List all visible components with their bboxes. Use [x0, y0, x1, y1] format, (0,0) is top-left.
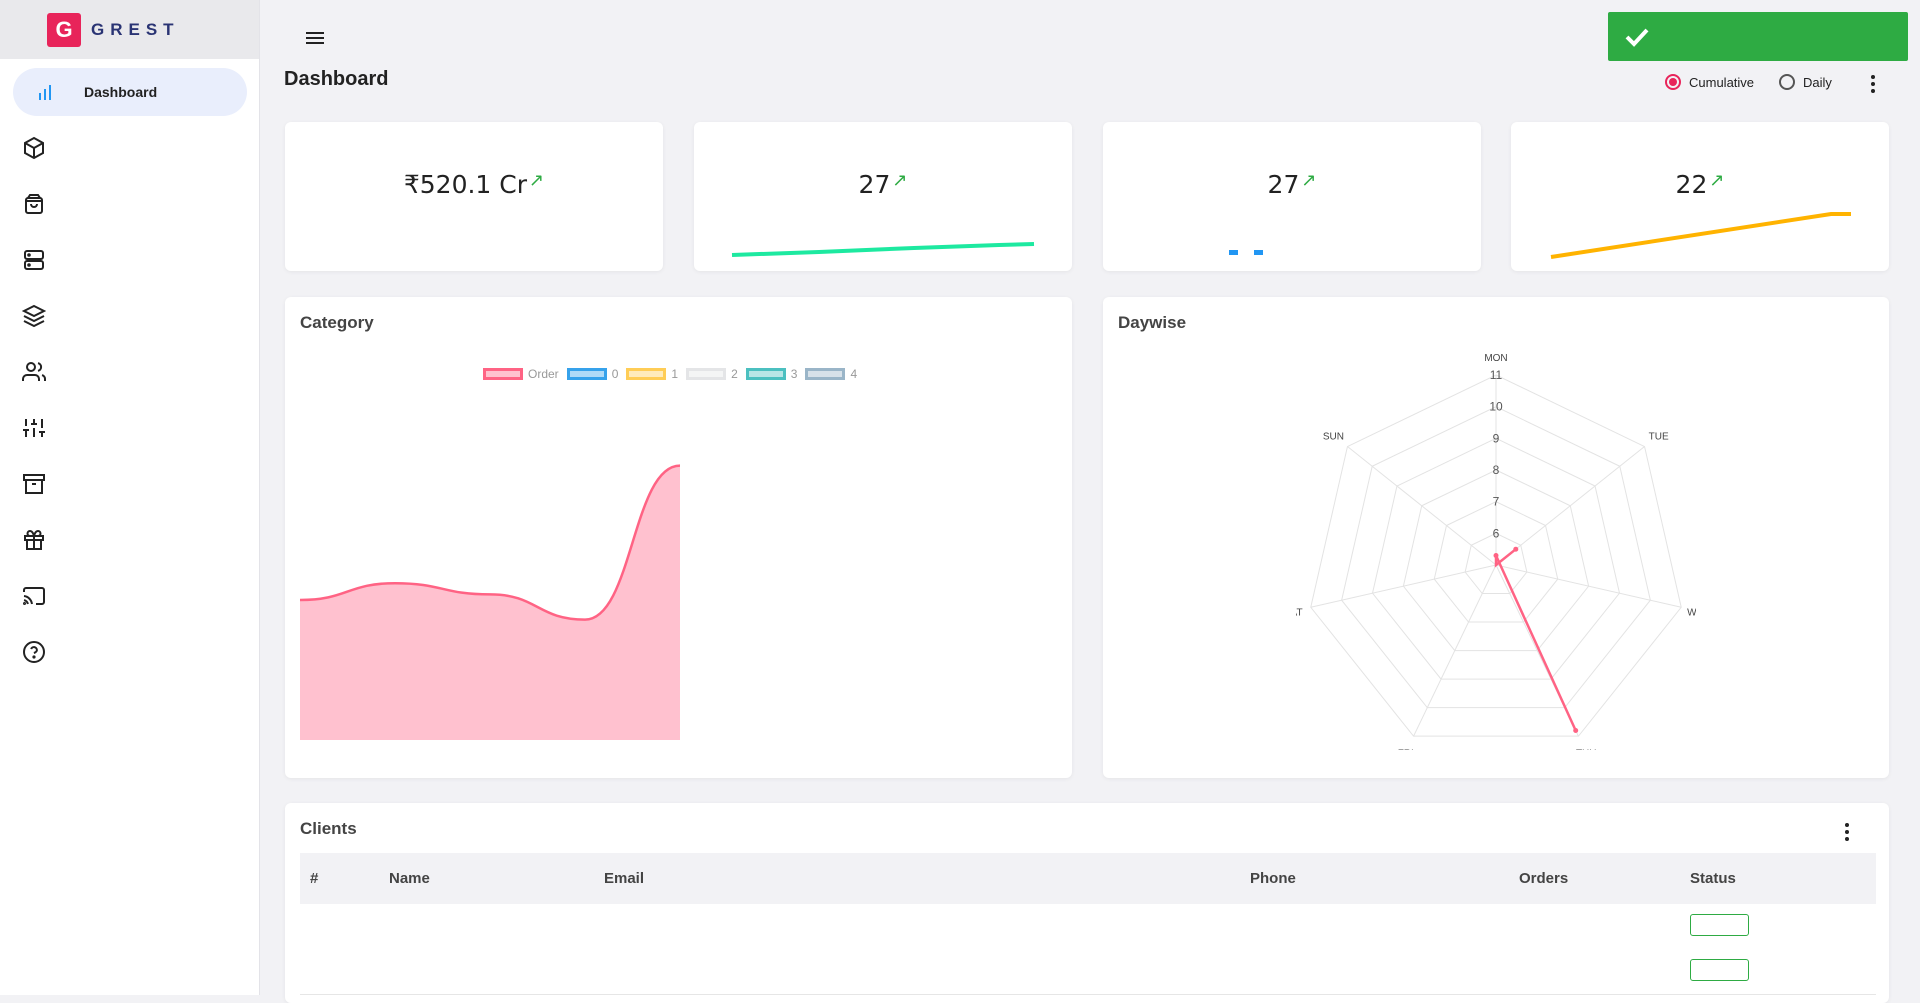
more-options-button[interactable]: [1863, 72, 1883, 96]
sparkline: [1229, 250, 1263, 255]
sliders-icon[interactable]: [19, 413, 49, 443]
legend-item-order[interactable]: Order: [483, 367, 559, 381]
legend-label: 2: [731, 367, 738, 381]
area-series-order: [300, 465, 680, 740]
radar-axis-label: SAT: [1296, 607, 1303, 618]
radar-point: [1513, 546, 1519, 552]
check-icon: [1625, 28, 1649, 47]
legend-item-1[interactable]: 1: [626, 367, 678, 381]
legend-item-2[interactable]: 2: [686, 367, 738, 381]
legend-label: 4: [850, 367, 858, 381]
radar-series-line: [1494, 548, 1577, 731]
clients-table-header: # Name Email Phone Orders Status: [300, 853, 1876, 904]
category-title: Category: [300, 313, 374, 332]
sparkline: [1550, 212, 1851, 259]
users-icon[interactable]: [19, 357, 49, 387]
radar-tick-label: 9: [1493, 431, 1500, 445]
success-toast[interactable]: [1608, 12, 1908, 61]
radar-spoke: [1495, 446, 1645, 566]
radar-tick-label: 8: [1493, 463, 1500, 477]
legend-item-4[interactable]: 4: [805, 367, 857, 381]
menu-toggle-button[interactable]: [302, 27, 328, 49]
col-status[interactable]: Status: [1690, 870, 1736, 887]
radar-spoke: [1495, 564, 1682, 608]
radio-cumulative[interactable]: [1665, 74, 1681, 90]
mode-option-daily[interactable]: Daily: [1779, 74, 1832, 90]
radar-axis-label: SUN: [1323, 431, 1344, 442]
sparkline: [731, 242, 1035, 257]
stat-card-2: 27 ↗: [694, 122, 1072, 271]
radar-axis-label: THU: [1576, 748, 1597, 750]
col-name[interactable]: Name: [389, 870, 430, 887]
stat-card-4: 22 ↗: [1511, 122, 1889, 271]
category-legend: Order 0 1 2 3 4: [483, 367, 865, 381]
radar-spoke: [1310, 564, 1497, 608]
table-row[interactable]: [300, 949, 1876, 995]
radar-point: [1493, 553, 1499, 558]
radar-axis-label: TUE: [1649, 431, 1669, 442]
legend-item-3[interactable]: 3: [745, 367, 798, 381]
radar-tick-label: 11: [1490, 368, 1503, 382]
legend-item-0[interactable]: 0: [566, 367, 619, 381]
daywise-radar-chart: MON TUE WED THU FRI SAT SUN 6 7 8 9 10 11: [1296, 353, 1696, 750]
stat-value-text: ₹520.1 Cr: [403, 170, 528, 199]
stat-card-3: 27 ↗: [1103, 122, 1481, 271]
radio-daily[interactable]: [1779, 74, 1795, 90]
stat-value: ₹520.1 Cr ↗: [285, 170, 663, 199]
page-title: Dashboard: [284, 68, 389, 90]
cast-icon[interactable]: [19, 581, 49, 611]
radar-tick-label: 7: [1493, 495, 1500, 509]
trending-up-icon: ↗: [529, 170, 545, 191]
radar-tick-label: 10: [1489, 400, 1503, 414]
col-orders[interactable]: Orders: [1519, 870, 1568, 887]
table-row[interactable]: [300, 904, 1876, 950]
clients-more-button[interactable]: [1837, 820, 1857, 844]
archive-icon[interactable]: [19, 469, 49, 499]
category-area-chart: [300, 464, 680, 740]
box-icon[interactable]: [19, 133, 49, 163]
radar-spoke: [1347, 446, 1497, 566]
help-icon[interactable]: [19, 637, 49, 667]
hamburger-icon: [306, 32, 324, 44]
server-icon[interactable]: [19, 245, 49, 275]
gift-icon[interactable]: [19, 525, 49, 555]
sidebar-item-label: Dashboard: [84, 84, 158, 100]
col-index[interactable]: #: [310, 870, 318, 887]
shopping-bag-icon[interactable]: [19, 189, 49, 219]
legend-label: 1: [671, 367, 679, 381]
radar-axis-label: WED: [1687, 607, 1696, 618]
legend-label: Order: [528, 367, 559, 381]
sidebar: G GREST Dashboard: [0, 0, 260, 995]
radar-point: [1573, 727, 1579, 733]
legend-label: 0: [611, 367, 619, 381]
daywise-title: Daywise: [1118, 313, 1187, 332]
chart-bars-icon: [30, 77, 60, 107]
col-email[interactable]: Email: [604, 870, 644, 887]
stat-card-revenue: ₹520.1 Cr ↗: [285, 122, 663, 271]
mode-label-daily: Daily: [1803, 74, 1832, 90]
radar-axis-label: FRI: [1398, 748, 1414, 750]
status-badge: [1690, 914, 1749, 936]
radar-tick-label: 6: [1493, 526, 1500, 540]
status-badge: [1690, 959, 1749, 981]
mode-option-cumulative[interactable]: Cumulative: [1665, 74, 1754, 90]
radar-axis-label: MON: [1484, 353, 1507, 364]
sidebar-item-dashboard[interactable]: Dashboard: [13, 68, 247, 116]
logo-bar: G GREST: [0, 0, 259, 59]
col-phone[interactable]: Phone: [1250, 870, 1296, 887]
layers-icon[interactable]: [19, 301, 49, 331]
brand-logo[interactable]: G: [47, 12, 81, 47]
legend-label: 3: [790, 367, 798, 381]
mode-label-cumulative: Cumulative: [1689, 74, 1755, 90]
brand-name: GREST: [91, 19, 180, 39]
clients-title: Clients: [300, 819, 357, 838]
